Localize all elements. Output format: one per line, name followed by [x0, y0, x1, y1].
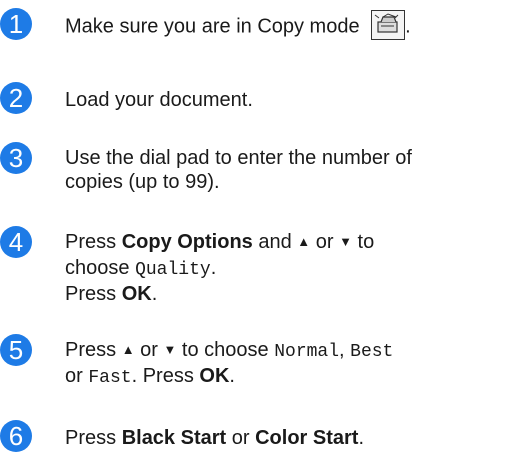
ok-key-label: OK: [199, 365, 230, 387]
step-number-badge: 6: [0, 420, 32, 452]
text: Press: [65, 427, 117, 449]
step-3-line-1: Use the dial pad to enter the number of: [65, 147, 412, 169]
text: or: [140, 339, 158, 361]
quality-option: Quality: [135, 260, 211, 280]
text: or: [65, 365, 83, 387]
text: or: [315, 231, 334, 253]
step-text: Press Black Start or Color Start.: [65, 426, 523, 450]
normal-option: Normal: [274, 342, 340, 362]
down-arrow-icon: ▼: [339, 234, 352, 249]
text: ,: [339, 339, 345, 361]
black-start-key-label: Black Start: [121, 427, 227, 449]
text: and: [258, 231, 292, 253]
step-number-badge: 5: [0, 334, 32, 366]
step-text: Make sure you are in Copy mode .: [65, 10, 523, 42]
step-number-badge: 3: [0, 142, 32, 174]
step-number-badge: 4: [0, 226, 32, 258]
step-2-text: Load your document.: [65, 89, 253, 111]
down-arrow-icon: ▼: [163, 342, 177, 357]
text: . Press: [131, 365, 194, 387]
copy-mode-icon: [371, 10, 406, 40]
text: .: [358, 427, 365, 449]
step-number-badge: 1: [0, 8, 32, 40]
best-option: Best: [350, 342, 394, 362]
step-text: Use the dial pad to enter the number of …: [65, 146, 523, 194]
text: Press: [65, 339, 117, 361]
text: Press: [65, 231, 117, 253]
text: choose: [65, 257, 130, 279]
color-start-key-label: Color Start: [255, 427, 359, 449]
step-text: Press ▲ or ▼ to choose Normal, Best or F…: [65, 338, 523, 390]
step-text: Press Copy Options and ▲ or ▼ to choose …: [65, 230, 523, 306]
text: .: [210, 257, 217, 279]
text: .: [229, 365, 235, 387]
up-arrow-icon: ▲: [121, 342, 135, 357]
ok-key-label: OK: [121, 283, 152, 305]
text: to choose: [181, 339, 269, 361]
up-arrow-icon: ▲: [297, 234, 311, 249]
step-3-line-2: copies (up to 99).: [65, 171, 220, 193]
step-1-period: .: [405, 15, 411, 38]
text: to: [357, 231, 375, 253]
text: .: [151, 283, 158, 305]
fast-option: Fast: [88, 368, 132, 388]
text: Press: [65, 283, 117, 305]
step-number-badge: 2: [0, 82, 32, 114]
text: or: [231, 427, 250, 449]
copy-options-key-label: Copy Options: [121, 231, 253, 253]
step-1-text: Make sure you are in Copy mode: [65, 15, 360, 38]
